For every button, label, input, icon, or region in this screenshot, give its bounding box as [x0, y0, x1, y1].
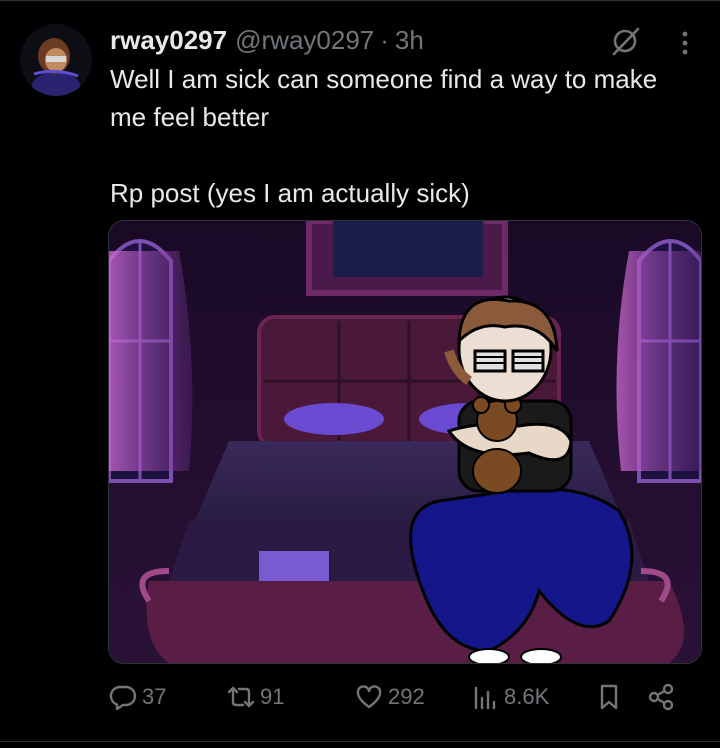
- like-count: 292: [388, 684, 425, 709]
- repost-count: 91: [260, 684, 285, 709]
- views-icon: [474, 686, 496, 710]
- tweet-header: rway0297 @rway0297 · 3h: [110, 24, 424, 56]
- more-icon[interactable]: [670, 30, 700, 56]
- reply-count: 37: [142, 684, 167, 709]
- repost-icon: [227, 686, 255, 708]
- like-button[interactable]: 292: [354, 676, 425, 718]
- reply-icon: [109, 685, 137, 711]
- avatar[interactable]: [20, 24, 92, 96]
- avatar-image: [20, 24, 92, 96]
- grok-icon[interactable]: [610, 26, 642, 56]
- post-time[interactable]: 3h: [395, 25, 424, 56]
- repost-button[interactable]: 91: [226, 676, 284, 718]
- bookmark-button[interactable]: [594, 676, 628, 718]
- separator-dot: ·: [380, 24, 389, 55]
- tweet-text: Well I am sick can someone find a way to…: [110, 64, 658, 208]
- views-count: 8.6K: [504, 684, 550, 709]
- media-image: [109, 221, 701, 663]
- tweet-media[interactable]: [108, 220, 702, 664]
- user-handle[interactable]: @rway0297: [235, 25, 374, 56]
- heart-icon: [356, 685, 382, 709]
- share-button[interactable]: [646, 676, 680, 718]
- bookmark-icon: [600, 684, 618, 710]
- bottom-divider: [0, 741, 720, 742]
- views-button[interactable]: 8.6K: [470, 676, 549, 718]
- reply-button[interactable]: 37: [108, 676, 166, 718]
- share-icon: [648, 683, 674, 711]
- top-divider: [0, 0, 720, 1]
- action-bar: 37 91 292 8.6K: [108, 676, 700, 718]
- display-name[interactable]: rway0297: [110, 25, 227, 56]
